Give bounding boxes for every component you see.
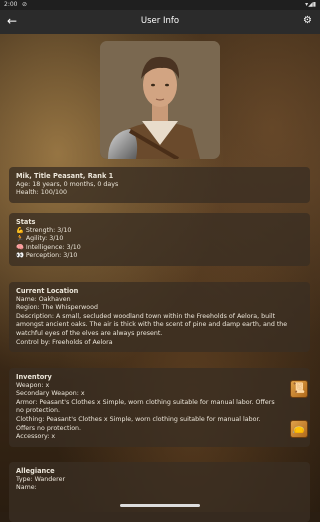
character-portrait — [100, 41, 220, 159]
location-region: Region: The Whisperwood — [16, 304, 98, 312]
status-bar: 2:00 ⊘ ▾◢▮ — [0, 0, 320, 10]
perception-icon: 👀 — [16, 252, 24, 260]
allegiance-type: Type: Wanderer — [16, 475, 66, 483]
intelligence-icon: 🧠 — [16, 243, 24, 251]
location-name: Name: Oakhaven — [16, 295, 71, 303]
scroll-icon-button[interactable]: 📜 — [290, 380, 308, 398]
status-time: 2:00 — [4, 1, 18, 8]
character-health: Health: 100/100 — [16, 189, 67, 197]
character-name-rank: Mik, Title Peasant, Rank 1 — [16, 172, 114, 180]
inventory-heading: Inventory — [16, 373, 52, 381]
allegiance-name: Name: — [16, 484, 37, 492]
stat-strength: 💪 Strength: 3/10 — [16, 226, 72, 234]
agility-icon: 🏃 — [16, 235, 24, 243]
profile-card: Mik, Title Peasant, Rank 1 Age: 18 years… — [9, 167, 310, 203]
page-title: User Info — [140, 16, 180, 26]
allegiance-heading: Allegiance — [16, 467, 55, 475]
stats-heading: Stats — [16, 218, 36, 226]
stats-card: Stats 💪 Strength: 3/10 🏃 Agility: 3/10 🧠… — [9, 213, 310, 266]
allegiance-card: Allegiance Type: Wanderer Name: — [9, 462, 310, 522]
app-bar: ← User Info ⚙ — [0, 10, 320, 34]
home-indicator[interactable] — [120, 504, 200, 507]
status-indicator-icon: ⊘ — [22, 1, 28, 8]
character-age: Age: 18 years, 0 months, 0 days — [16, 180, 119, 188]
inventory-card: Inventory Weapon: x Secondary Weapon: x … — [9, 368, 310, 447]
location-heading: Current Location — [16, 287, 79, 295]
inventory-secondary-weapon: Secondary Weapon: x — [16, 390, 85, 398]
stat-agility: 🏃 Agility: 3/10 — [16, 235, 64, 243]
stat-perception: 👀 Perception: 3/10 — [16, 252, 78, 260]
inventory-clothing: Clothing: Peasant's Clothes x Simple, wo… — [16, 415, 261, 432]
location-control: Control by: Freeholds of Aelora — [16, 338, 113, 346]
location-card: Current Location Name: Oakhaven Region: … — [9, 282, 310, 353]
inventory-weapon: Weapon: x — [16, 381, 50, 389]
strength-icon: 💪 — [16, 226, 24, 234]
status-icons: ▾◢▮ — [305, 1, 316, 8]
inventory-accessory: Accessory: x — [16, 433, 56, 441]
settings-gear-icon[interactable]: ⚙ — [303, 15, 312, 27]
location-description: Description: A small, secluded woodland … — [16, 312, 288, 337]
inventory-armor: Armor: Peasant's Clothes x Simple, worn … — [16, 398, 275, 415]
stat-intelligence: 🧠 Intelligence: 3/10 — [16, 243, 81, 251]
bag-icon-button[interactable]: 👝 — [290, 420, 308, 438]
